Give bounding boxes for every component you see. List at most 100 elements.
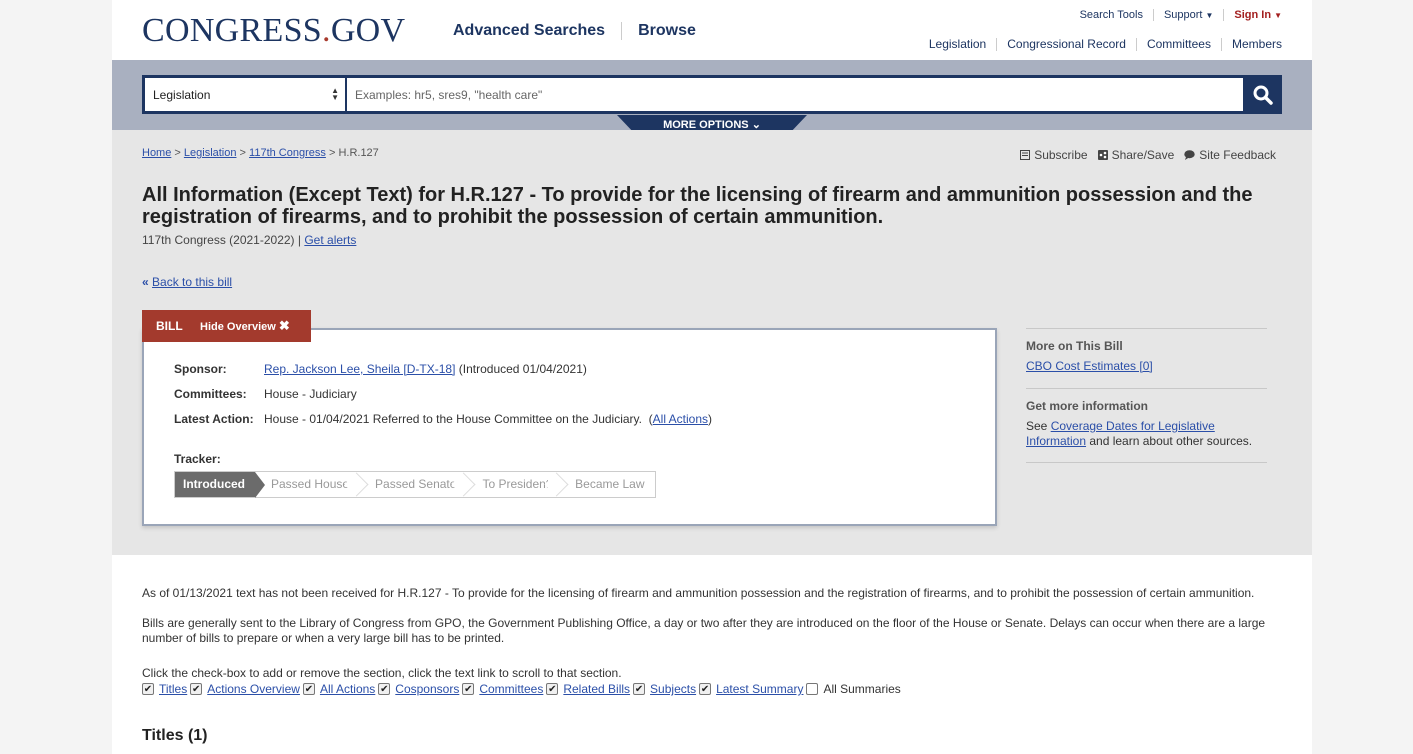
get-alerts-link[interactable]: Get alerts [304, 233, 356, 247]
nav-advanced-searches[interactable]: Advanced Searches [453, 22, 605, 40]
tracker-step-introduced: Introduced [175, 472, 265, 498]
util-divider [1223, 9, 1225, 21]
share-save-link[interactable]: Share/Save [1097, 148, 1175, 162]
share-icon [1097, 150, 1108, 160]
site-logo[interactable]: CONGRESS.GOV [142, 12, 405, 50]
section-link-actions-overview[interactable]: Actions Overview [207, 682, 300, 696]
see-text: See [1026, 419, 1051, 433]
section-link-cosponsors[interactable]: Cosponsors [395, 682, 459, 696]
sub-nav: Legislation Congressional Record Committ… [929, 37, 1282, 51]
double-chevron-left-icon: « [142, 275, 149, 289]
breadcrumb-home[interactable]: Home [142, 147, 171, 159]
tracker-label: Tracker: [174, 452, 221, 466]
cbo-estimates-link[interactable]: CBO Cost Estimates [0] [1026, 359, 1153, 373]
checkbox-titles[interactable]: ✔ [142, 683, 154, 695]
latest-action-text: House - 01/04/2021 Referred to the House… [264, 412, 653, 426]
page-tools: Subscribe Share/Save Site Feedback [1020, 148, 1276, 162]
get-more-info-text: See Coverage Dates for Legislative Infor… [1026, 419, 1267, 449]
share-label: Share/Save [1111, 148, 1175, 162]
checkbox-subjects[interactable]: ✔ [633, 683, 646, 695]
search-icon [1253, 85, 1273, 105]
search-scope-value: Legislation [153, 88, 211, 102]
subscribe-label: Subscribe [1034, 148, 1088, 162]
breadcrumb-legislation[interactable]: Legislation [184, 147, 237, 159]
page-title: All Information (Except Text) for H.R.12… [142, 184, 1253, 228]
checkbox-cosponsors[interactable]: ✔ [378, 683, 391, 695]
sponsor-link[interactable]: Rep. Jackson Lee, Sheila [D-TX-18] [264, 362, 455, 376]
checkbox-committees[interactable]: ✔ [462, 683, 475, 695]
nav-browse[interactable]: Browse [638, 22, 696, 40]
hide-overview-label: Hide Overview [200, 321, 276, 333]
tracker-step-passed-senate: Passed Senate [359, 472, 466, 497]
back-to-bill-link[interactable]: Back to this bill [152, 275, 232, 289]
chat-bubble-icon [1184, 150, 1195, 160]
search-tools-link[interactable]: Search Tools [1080, 9, 1143, 21]
subnav-members[interactable]: Members [1232, 37, 1282, 51]
caret-down-icon: ▼ [1205, 11, 1214, 20]
section-link-all-actions[interactable]: All Actions [320, 682, 375, 696]
sign-in-menu[interactable]: Sign In ▼ [1234, 9, 1282, 21]
logo-gov: GOV [330, 12, 406, 49]
hide-overview-button[interactable]: Hide Overview ✖ [200, 318, 290, 334]
committees-label: Committees: [174, 387, 247, 401]
logo-text: CONGRESS [142, 12, 323, 49]
back-to-bill[interactable]: « Back to this bill [142, 275, 232, 289]
subscribe-link[interactable]: Subscribe [1020, 148, 1088, 162]
tracker-step-passed-house: Passed House [255, 472, 359, 497]
section-link-titles[interactable]: Titles [159, 682, 187, 696]
subnav-congressional-record[interactable]: Congressional Record [1007, 37, 1126, 51]
titles-heading: Titles (1) [142, 727, 208, 744]
more-on-bill-heading: More on This Bill [1026, 339, 1123, 353]
support-menu[interactable]: Support ▼ [1164, 9, 1213, 21]
site-feedback-link[interactable]: Site Feedback [1184, 148, 1276, 162]
breadcrumb-current: H.R.127 [338, 147, 379, 159]
section-link-latest-summary[interactable]: Latest Summary [716, 682, 803, 696]
sidebar-divider [1026, 388, 1267, 389]
tracker-step-became-law: Became Law [575, 477, 645, 491]
bill-tracker: Introduced Passed House Passed Senate To… [174, 471, 656, 498]
subnav-committees[interactable]: Committees [1147, 37, 1211, 51]
search-band: Legislation ▲▼ MORE OPTIONS ⌄ [112, 60, 1312, 135]
subnav-legislation[interactable]: Legislation [929, 37, 986, 51]
util-divider [1152, 9, 1154, 21]
checkbox-all-summaries[interactable] [806, 683, 819, 695]
bill-tab-label: BILL [156, 319, 183, 333]
subnav-divider [1135, 37, 1137, 51]
tracker-step-to-president: To President [466, 472, 559, 497]
committees-row: Committees: House - Judiciary [174, 387, 357, 401]
section-link-related-bills[interactable]: Related Bills [563, 682, 630, 696]
sidebar: More on This Bill CBO Cost Estimates [0]… [1026, 328, 1267, 463]
checkbox-all-actions[interactable]: ✔ [302, 683, 315, 695]
cbo-row: CBO Cost Estimates [0] [1026, 359, 1267, 374]
checkbox-related-bills[interactable]: ✔ [546, 683, 559, 695]
sidebar-divider [1026, 462, 1267, 463]
section-link-committees[interactable]: Committees [479, 682, 543, 696]
subnav-divider [996, 37, 998, 51]
close-icon: ✖ [278, 318, 290, 333]
congress-meta: 117th Congress (2021-2022) | Get alerts [142, 233, 356, 247]
text-not-received-notice: As of 01/13/2021 text has not been recei… [142, 586, 1255, 600]
search-button[interactable] [1244, 75, 1282, 114]
utility-nav: Search Tools Support ▼ Sign In ▼ [1080, 9, 1282, 21]
bill-tab: BILL Hide Overview ✖ [142, 310, 311, 342]
section-checkboxes: ✔ Titles ✔ Actions Overview ✔ All Actions ✔… [142, 682, 901, 696]
sidebar-divider [1026, 328, 1267, 329]
bill-overview-section: Home > Legislation > 117th Congress > H.… [112, 130, 1312, 555]
section-link-subjects[interactable]: Subjects [650, 682, 696, 696]
committees-value: House - Judiciary [264, 387, 357, 401]
latest-action-row: Latest Action: House - 01/04/2021 Referr… [174, 412, 712, 426]
section-label-all-summaries: All Summaries [823, 682, 901, 696]
support-label: Support [1163, 9, 1203, 21]
checkbox-latest-summary[interactable]: ✔ [699, 683, 712, 695]
sign-in-label: Sign In [1234, 9, 1272, 21]
all-actions-link[interactable]: All Actions [653, 412, 708, 426]
main-nav: Advanced Searches Browse [453, 22, 696, 40]
checkbox-actions-overview[interactable]: ✔ [190, 683, 203, 695]
search-input[interactable] [347, 78, 1243, 111]
search-scope-select[interactable]: Legislation ▲ ▼ [145, 78, 345, 111]
overview-panel: Sponsor: Rep. Jackson Lee, Sheila [D-TX-… [142, 328, 997, 526]
latest-action-close: ) [708, 412, 713, 426]
latest-action-label: Latest Action: [174, 412, 254, 426]
breadcrumb: Home > Legislation > 117th Congress > H.… [142, 147, 379, 159]
breadcrumb-congress[interactable]: 117th Congress [249, 147, 326, 159]
